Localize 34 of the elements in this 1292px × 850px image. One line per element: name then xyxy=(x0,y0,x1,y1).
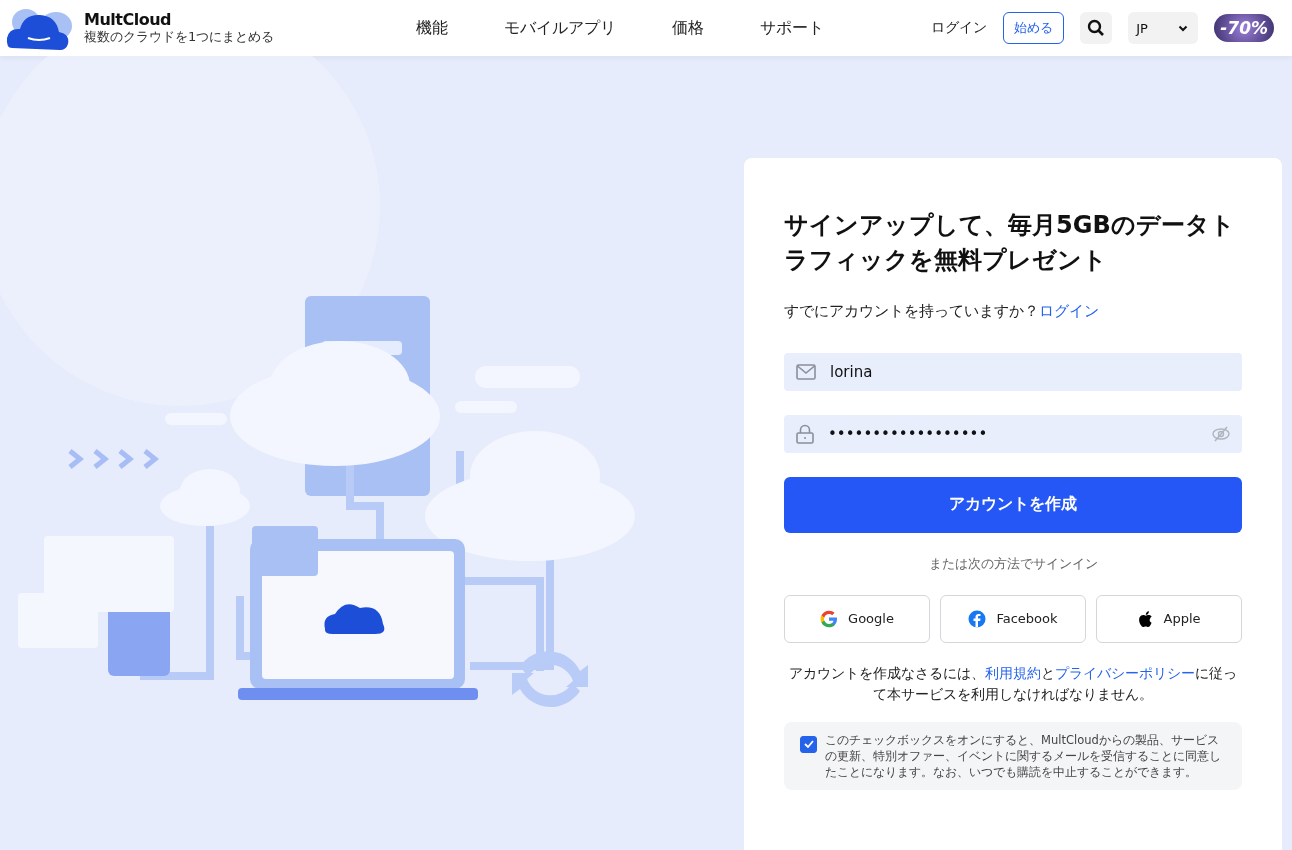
nav-link[interactable]: モバイルアプリ xyxy=(504,17,616,39)
search-icon xyxy=(1087,19,1106,37)
discount-badge[interactable]: -70% xyxy=(1214,14,1274,42)
provider-signin-button[interactable]: Google xyxy=(784,594,930,643)
padlock-icon xyxy=(796,423,814,444)
password-field[interactable]: •••••••••••••••••• xyxy=(784,414,1242,453)
terms-of-use-link[interactable]: 利用規約 xyxy=(985,664,1041,681)
provider-signin-button[interactable]: Apple xyxy=(1096,594,1242,643)
alternative-signin-label: または次の方法でサインイン xyxy=(927,554,1099,573)
create-account-button[interactable]: アカウントを作成 xyxy=(784,476,1242,533)
brand-name[interactable]: MultCloud xyxy=(84,11,275,29)
email-field[interactable]: lorina xyxy=(784,352,1242,391)
apple-icon xyxy=(1137,609,1154,628)
nav-link[interactable]: 機能 xyxy=(416,17,448,39)
nav-link[interactable]: 価格 xyxy=(672,17,704,39)
checkmark-icon xyxy=(803,740,814,749)
consent-text: このチェックボックスをオンにすると、MultCloudからの製品、サービスの更新、特別オファー、イベントに関するメールを受信することに同意したことになります。なお、いつでも購読を中止することができます。 xyxy=(825,731,1222,781)
start-button[interactable]: 始める xyxy=(1003,12,1065,44)
search-button[interactable] xyxy=(1080,12,1113,44)
consent-checkbox[interactable] xyxy=(800,735,817,753)
privacy-policy-link[interactable]: プライバシーポリシー xyxy=(1055,664,1195,681)
chevron-down-icon xyxy=(1178,24,1189,32)
google-g-icon xyxy=(820,609,839,628)
brand-tagline: 複数のクラウドを1つにまとめる xyxy=(84,29,275,45)
login-link[interactable]: ログイン xyxy=(1039,301,1099,320)
language-select[interactable]: JP xyxy=(1128,12,1199,44)
facebook-icon xyxy=(968,609,987,628)
login-link[interactable]: ログイン xyxy=(931,19,988,37)
terms-notice: アカウントを作成なさるには、利用規約 と プライバシーポリシーに従って本サービスを利用しなければなりません。 xyxy=(788,663,1238,705)
nav-link[interactable]: サポート xyxy=(760,17,824,39)
envelope-icon xyxy=(796,363,816,380)
account-prompt: すでにアカウントを持っていますか？ログイン xyxy=(784,301,1100,321)
provider-signin-button[interactable]: Facebook xyxy=(940,594,1086,643)
signup-title: サインアップして、毎月5GBのデータトラフィックを無料プレゼント xyxy=(784,210,1236,276)
